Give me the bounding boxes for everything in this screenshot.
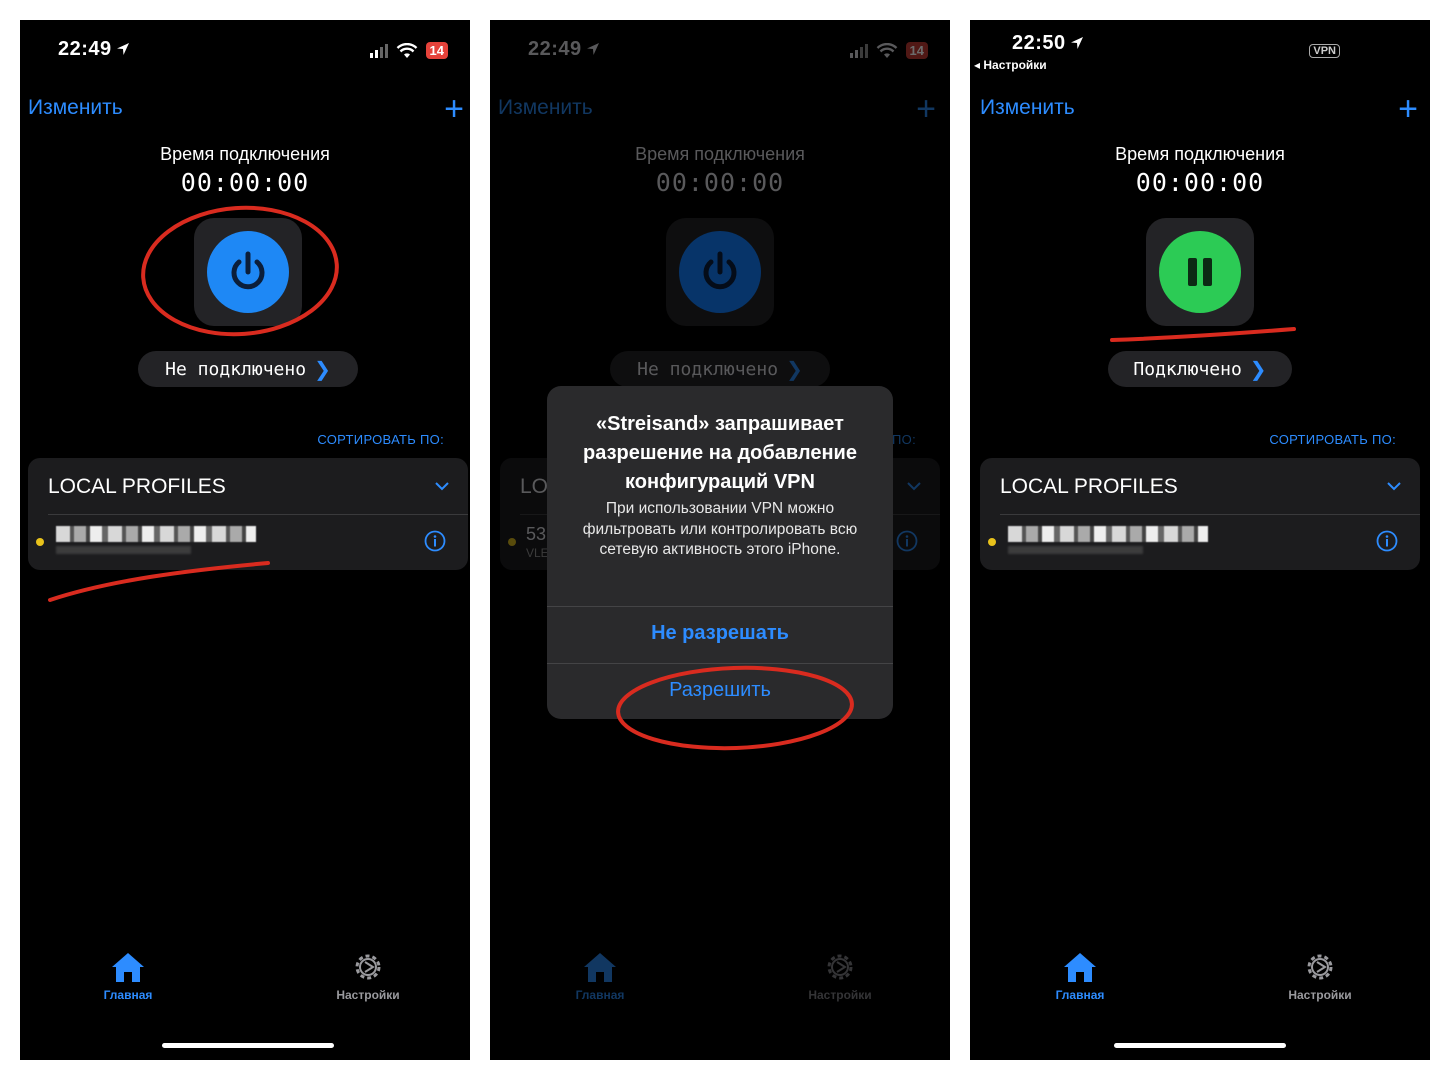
battery-indicator: 14 xyxy=(425,42,448,59)
gear-icon xyxy=(355,954,381,980)
pause-icon xyxy=(1188,258,1212,286)
connection-status-pill[interactable]: Подключено ❯ xyxy=(1108,351,1292,387)
screen-connected: 22:50 ◂ Настройки VPN Изменить + Время п… xyxy=(970,20,1430,1060)
pause-button[interactable] xyxy=(1146,218,1254,326)
info-icon[interactable] xyxy=(1376,530,1398,552)
connection-time-label: Время подключения xyxy=(1115,144,1285,164)
add-profile-button[interactable]: + xyxy=(1398,92,1418,126)
house-icon xyxy=(112,953,144,982)
profile-protocol-redacted xyxy=(56,546,191,554)
power-button[interactable] xyxy=(194,218,302,326)
screen-vpn-permission: 22:49 14 Изменить + Время подключения 00… xyxy=(490,20,950,1060)
sort-by-button[interactable]: СОРТИРОВАТЬ ПО: xyxy=(1269,432,1396,447)
profiles-group-title[interactable]: LOCAL PROFILES xyxy=(1000,475,1178,499)
profile-status-dot xyxy=(988,538,996,546)
divider xyxy=(1000,514,1420,515)
edit-button[interactable]: Изменить xyxy=(980,96,1075,120)
connection-status-pill[interactable]: Не подключено ❯ xyxy=(138,351,358,387)
deny-button[interactable]: Не разрешать xyxy=(547,622,893,645)
power-circle xyxy=(207,231,289,313)
sort-by-button[interactable]: СОРТИРОВАТЬ ПО: xyxy=(317,432,444,447)
info-icon[interactable] xyxy=(424,530,446,552)
vpn-permission-alert: «Streisand» запрашивает разрешение на до… xyxy=(547,386,893,719)
chevron-down-icon[interactable] xyxy=(434,478,450,494)
back-to-settings-link[interactable]: ◂ Настройки xyxy=(974,58,1047,72)
profile-status-dot xyxy=(36,538,44,546)
divider xyxy=(547,606,893,607)
connection-status-text: Не подключено xyxy=(165,358,307,380)
connection-status-text: Подключено xyxy=(1133,358,1242,380)
cellular-signal-icon xyxy=(369,43,388,58)
chevron-right-icon: ❯ xyxy=(1249,357,1267,381)
chevron-down-icon[interactable] xyxy=(1386,478,1402,494)
profiles-card: LOCAL PROFILES xyxy=(980,458,1420,570)
location-arrow-icon xyxy=(116,43,129,55)
profiles-group-title[interactable]: LOCAL PROFILES xyxy=(48,475,226,499)
location-arrow-icon xyxy=(1070,37,1083,49)
alert-title: «Streisand» запрашивает разрешение на до… xyxy=(583,413,857,493)
status-time: 22:50 xyxy=(1012,32,1085,55)
tab-home[interactable]: Главная xyxy=(1030,950,1130,1002)
wifi-icon xyxy=(396,42,417,58)
tab-home[interactable]: Главная xyxy=(78,950,178,1002)
tab-bar: Главная Настройки xyxy=(20,950,470,1020)
profile-name-redacted[interactable] xyxy=(56,526,256,542)
connection-timer: 00:00:00 xyxy=(1135,168,1265,197)
status-indicators: 14 xyxy=(369,42,448,59)
pause-circle xyxy=(1159,231,1241,313)
profile-name-redacted[interactable] xyxy=(1008,526,1208,542)
vpn-badge: VPN xyxy=(1309,44,1340,58)
power-icon xyxy=(231,251,265,290)
connection-timer: 00:00:00 xyxy=(180,168,310,197)
add-profile-button[interactable]: + xyxy=(444,92,464,126)
status-time: 22:49 xyxy=(58,38,131,61)
profiles-card: LOCAL PROFILES xyxy=(28,458,468,570)
home-indicator xyxy=(162,1043,334,1048)
house-icon xyxy=(1064,953,1096,982)
edit-button[interactable]: Изменить xyxy=(28,96,123,120)
tab-bar: Главная Настройки xyxy=(970,950,1430,1020)
allow-button[interactable]: Разрешить xyxy=(547,679,893,702)
divider xyxy=(547,663,893,664)
tab-settings[interactable]: Настройки xyxy=(318,950,418,1002)
alert-message: При использовании VPN можно фильтровать … xyxy=(582,500,858,558)
divider xyxy=(48,514,468,515)
profile-protocol-redacted xyxy=(1008,546,1143,554)
tab-settings[interactable]: Настройки xyxy=(1270,950,1370,1002)
gear-icon xyxy=(1307,954,1333,980)
home-indicator xyxy=(1114,1043,1286,1048)
connection-time-label: Время подключения xyxy=(160,144,330,164)
screen-disconnected: 22:49 14 Изменить + Время подключения 00… xyxy=(20,20,470,1060)
chevron-right-icon: ❯ xyxy=(314,357,331,381)
